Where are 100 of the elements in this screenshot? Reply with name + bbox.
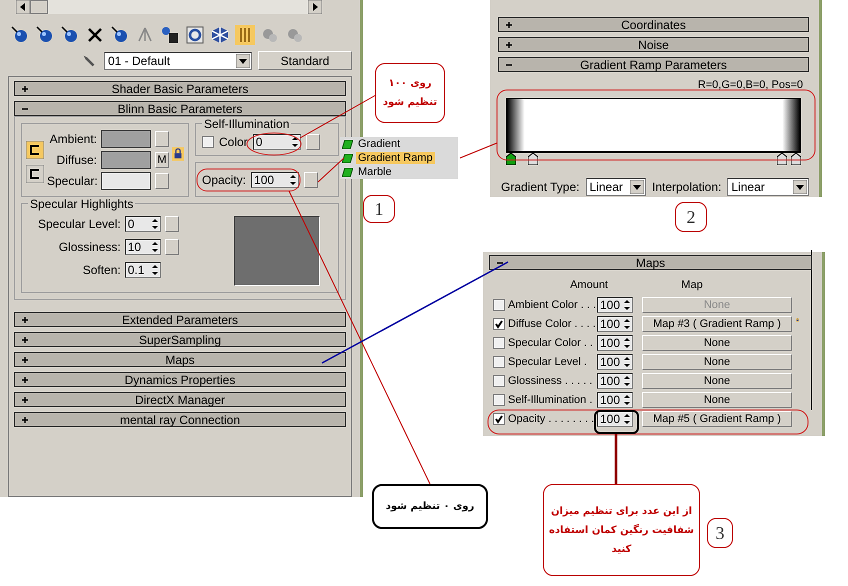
map-button[interactable]: None	[642, 373, 792, 389]
rollout-header[interactable]: Coordinates	[498, 17, 809, 32]
number-field[interactable]: 100	[251, 172, 300, 188]
spinner-arrows-icon[interactable]	[623, 317, 631, 331]
map-button[interactable]: Map #5 ( Gradient Ramp )	[642, 411, 792, 427]
parallelogram-icon	[342, 140, 353, 148]
number-field[interactable]: 0.1	[124, 262, 161, 278]
caret-icon	[630, 180, 644, 194]
map-slot-button[interactable]	[306, 134, 320, 150]
checkbox[interactable]	[493, 375, 505, 387]
rollout-header[interactable]: Maps	[489, 255, 812, 270]
spinner-arrows-icon[interactable]	[150, 240, 159, 254]
checkbox[interactable]	[493, 318, 505, 330]
map-button[interactable]: None	[642, 354, 792, 370]
column-header: Map	[680, 279, 704, 291]
highlight-ellipse	[246, 132, 302, 156]
spinner-arrows-icon[interactable]	[623, 374, 631, 388]
map-channel-label: Ambient Color . . .	[508, 299, 594, 311]
color-label: Diffuse:	[56, 153, 97, 167]
flag-icon[interactable]	[528, 153, 538, 165]
vertical-scrollbar[interactable]	[811, 250, 812, 410]
rollout-header[interactable]: Gradient Ramp Parameters	[498, 57, 809, 72]
check-icon	[494, 414, 504, 424]
checkbox[interactable]	[493, 337, 505, 349]
scroll-left-icon[interactable]	[16, 0, 30, 14]
rollout-header[interactable]: Shader Basic Parameters	[14, 81, 346, 96]
amount-field[interactable]: 100	[597, 335, 633, 351]
scroll-right-icon[interactable]	[308, 0, 322, 14]
field-label: Soften:	[82, 263, 121, 277]
map-list-item[interactable]: Marble	[342, 165, 456, 179]
bracket-icon[interactable]	[26, 141, 44, 159]
caret-icon	[236, 54, 250, 68]
map-button[interactable]: None	[642, 335, 792, 351]
flag-icon[interactable]	[506, 153, 516, 165]
map-channel-label: Specular Level .	[508, 356, 588, 368]
spinner-arrows-icon[interactable]	[623, 412, 631, 426]
number-field[interactable]: 10	[124, 239, 161, 255]
step-number: 1	[363, 195, 395, 223]
rollout-header[interactable]: Maps	[14, 352, 346, 367]
color-swatch[interactable]	[101, 151, 151, 169]
map-channel-label: Specular Color . .	[508, 337, 594, 349]
lock-icon[interactable]	[172, 146, 184, 162]
map-slot-button[interactable]	[155, 131, 169, 147]
save-icon[interactable]	[160, 25, 180, 45]
interpolation-dropdown[interactable]: Linear	[727, 178, 809, 196]
group-title: Specular Highlights	[28, 197, 136, 211]
gradient-type-dropdown[interactable]: Linear	[586, 178, 646, 196]
number-field[interactable]: 0	[252, 134, 301, 150]
callout-note: روی ۱۰۰ تنظیم شود	[375, 63, 445, 123]
color-swatch[interactable]	[101, 172, 151, 190]
rollout-header[interactable]: DirectX Manager	[14, 392, 346, 407]
parallelogram-icon	[342, 168, 353, 176]
map-button[interactable]: M	[155, 152, 169, 168]
map-slot-button[interactable]	[304, 172, 318, 188]
checker-cube-icon[interactable]	[210, 25, 230, 45]
map-slot-button[interactable]	[164, 239, 179, 255]
rollout-header[interactable]: Extended Parameters	[14, 312, 346, 327]
checkbox[interactable]	[493, 356, 505, 368]
spinner-arrows-icon[interactable]	[623, 298, 631, 312]
rollout-header[interactable]: Blinn Basic Parameters	[14, 101, 346, 116]
amount-field[interactable]: 100	[597, 354, 633, 370]
rollout-header[interactable]: mental ray Connection	[14, 412, 346, 427]
checkbox[interactable]	[202, 136, 214, 148]
map-button[interactable]: Map #3 ( Gradient Ramp )	[642, 316, 792, 332]
map-slot-button[interactable]	[155, 173, 169, 189]
color-readout: R=0,G=0,B=0, Pos=0	[696, 79, 804, 91]
amount-field[interactable]: 100	[597, 373, 633, 389]
color-swatch[interactable]	[101, 130, 151, 148]
field-label: Gradient Type:	[501, 180, 580, 194]
spinner-arrows-icon[interactable]	[623, 355, 631, 369]
spinner-arrows-icon[interactable]	[623, 393, 631, 407]
rollout-header[interactable]: SuperSampling	[14, 332, 346, 347]
rollout-header[interactable]: Noise	[498, 37, 809, 52]
amount-field[interactable]: 100	[597, 392, 633, 408]
map-list-item[interactable]: Gradient	[342, 137, 456, 151]
spinner-arrows-icon[interactable]	[290, 135, 299, 149]
flag-icon[interactable]	[777, 153, 787, 165]
color-label: Ambient:	[48, 132, 97, 146]
gradient-ramp[interactable]	[506, 98, 801, 165]
horizontal-scrollbar[interactable]	[16, 0, 322, 14]
spinner-arrows-icon[interactable]	[289, 173, 298, 187]
spinner-arrows-icon[interactable]	[150, 263, 159, 277]
material-name-dropdown[interactable]: 01 - Default	[104, 52, 252, 70]
checkbox[interactable]	[493, 413, 505, 425]
spinner-arrows-icon[interactable]	[150, 217, 159, 231]
map-slot-button[interactable]	[164, 216, 179, 232]
rollout-header[interactable]: Dynamics Properties	[14, 372, 346, 387]
spinner-arrows-icon[interactable]	[623, 336, 631, 350]
map-button[interactable]: None	[642, 392, 792, 408]
number-field[interactable]: 0	[124, 216, 161, 232]
material-type-button[interactable]: Standard	[258, 51, 352, 70]
amount-field[interactable]: 100	[597, 316, 633, 332]
vertical-bars-icon[interactable]	[235, 25, 255, 45]
sphere-arrow-icon[interactable]	[10, 25, 30, 45]
amount-field[interactable]: 100	[597, 411, 633, 427]
map-channel-label: Diffuse Color . . . .	[508, 318, 594, 330]
checkbox[interactable]	[493, 394, 505, 406]
scrollbar-thumb[interactable]	[30, 0, 48, 14]
flag-icon[interactable]	[791, 153, 801, 165]
bracket-icon[interactable]	[26, 165, 44, 183]
